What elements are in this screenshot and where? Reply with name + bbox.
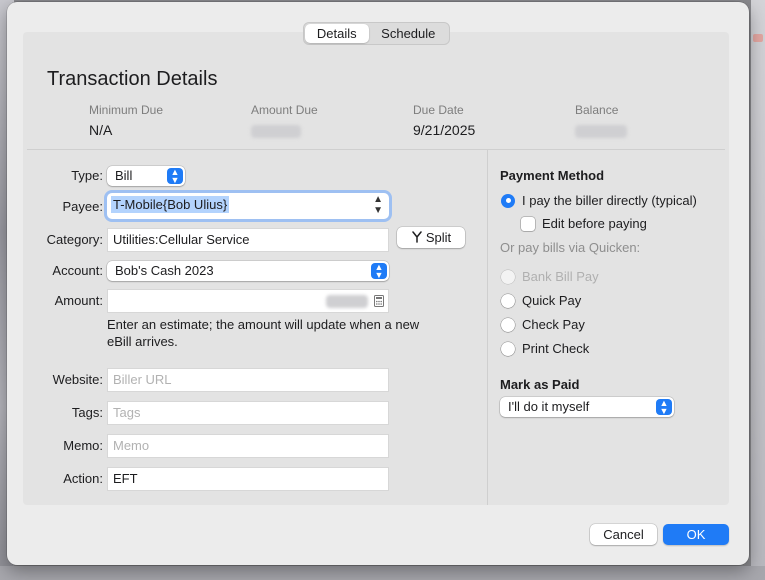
website-label: Website: <box>52 372 103 387</box>
summary-divider <box>27 149 725 150</box>
split-icon <box>412 231 422 243</box>
ok-button[interactable]: OK <box>663 524 729 545</box>
type-label: Type: <box>71 168 103 183</box>
chevron-updown-icon[interactable]: ▲ ▼ <box>373 194 383 216</box>
column-divider <box>487 150 488 505</box>
or-pay-label: Or pay bills via Quicken: <box>500 240 641 255</box>
radio-selected-icon[interactable] <box>501 193 515 208</box>
website-field[interactable]: Biller URL <box>107 368 389 392</box>
popup-arrows-icon: ▲ ▼ <box>656 399 672 416</box>
radio-check-pay[interactable]: Check Pay <box>501 317 585 332</box>
due-date-summary: Due Date 9/21/2025 <box>413 103 475 139</box>
account-value: Bob's Cash 2023 <box>115 263 214 278</box>
split-button[interactable]: Split <box>397 227 465 248</box>
action-field[interactable]: EFT <box>107 467 389 491</box>
due-date-value: 9/21/2025 <box>413 122 476 138</box>
minimum-due-value: N/A <box>89 122 113 138</box>
popup-arrows-icon: ▲ ▼ <box>167 168 183 185</box>
account-popup[interactable]: Bob's Cash 2023 ▲ ▼ <box>107 261 389 281</box>
amount-due-label: Amount Due <box>251 103 318 117</box>
balance-label: Balance <box>575 103 619 117</box>
background-window-bottom <box>0 566 765 580</box>
type-popup[interactable]: Bill ▲ ▼ <box>107 166 185 186</box>
amount-field[interactable] <box>107 289 389 313</box>
payee-combobox[interactable]: T-Mobile{Bob Ulius} ▲ ▼ <box>107 193 389 219</box>
calculator-icon[interactable] <box>374 295 384 307</box>
check-pay-label: Check Pay <box>522 317 585 332</box>
page-title: Transaction Details <box>47 68 218 90</box>
cancel-button[interactable]: Cancel <box>590 524 657 545</box>
tab-control: Details Schedule <box>303 22 450 45</box>
transaction-dialog: Details Schedule Transaction Details Min… <box>7 2 749 565</box>
radio-print-check[interactable]: Print Check <box>501 341 589 356</box>
checkbox-icon[interactable] <box>521 216 535 231</box>
tab-details[interactable]: Details <box>305 24 369 43</box>
popup-arrows-icon: ▲ ▼ <box>371 263 387 280</box>
amount-label: Amount: <box>54 293 103 308</box>
type-value: Bill <box>115 168 133 183</box>
radio-pay-directly[interactable]: I pay the biller directly (typical) <box>501 193 697 208</box>
edit-before-paying-label: Edit before paying <box>542 216 647 231</box>
minimum-due-label: Minimum Due <box>89 103 164 117</box>
radio-icon[interactable] <box>501 317 515 332</box>
memo-label: Memo: <box>63 438 103 453</box>
amount-due-summary: Amount Due <box>251 103 318 139</box>
radio-quick-pay[interactable]: Quick Pay <box>501 293 581 308</box>
amount-due-redacted <box>251 124 301 138</box>
action-label: Action: <box>63 471 103 486</box>
account-label: Account: <box>52 263 103 278</box>
mark-as-paid-value: I'll do it myself <box>508 399 590 414</box>
background-window-marker <box>753 34 763 42</box>
payee-value: T-Mobile{Bob Ulius} <box>111 196 230 213</box>
memo-field[interactable]: Memo <box>107 434 389 458</box>
payee-label: Payee: <box>62 199 103 214</box>
balance-summary: Balance <box>575 103 627 139</box>
pay-directly-label: I pay the biller directly (typical) <box>522 193 697 208</box>
tags-label: Tags: <box>71 405 103 420</box>
radio-disabled-icon <box>501 269 515 284</box>
checkbox-edit-before-paying[interactable]: Edit before paying <box>521 216 647 231</box>
split-label: Split <box>425 230 452 245</box>
amount-redacted <box>326 295 368 308</box>
bank-bill-pay-label: Bank Bill Pay <box>522 269 599 284</box>
category-field[interactable]: Utilities:Cellular Service <box>107 228 389 252</box>
category-label: Category: <box>46 232 103 247</box>
quick-pay-label: Quick Pay <box>522 293 582 308</box>
mark-as-paid-title: Mark as Paid <box>500 377 580 392</box>
background-window-right <box>751 0 765 580</box>
radio-bank-bill-pay: Bank Bill Pay <box>501 269 599 284</box>
balance-redacted <box>575 124 627 138</box>
radio-icon[interactable] <box>501 293 515 308</box>
due-date-label: Due Date <box>413 103 464 117</box>
tab-schedule[interactable]: Schedule <box>369 24 448 43</box>
tags-field[interactable]: Tags <box>107 401 389 425</box>
amount-note: Enter an estimate; the amount will updat… <box>107 317 420 349</box>
mark-as-paid-popup[interactable]: I'll do it myself ▲ ▼ <box>500 397 674 417</box>
print-check-label: Print Check <box>522 341 590 356</box>
details-panel: Transaction Details Minimum Due N/A Amou… <box>23 32 729 505</box>
minimum-due-summary: Minimum Due N/A <box>89 103 163 139</box>
radio-icon[interactable] <box>501 341 515 356</box>
payment-method-title: Payment Method <box>500 168 605 183</box>
